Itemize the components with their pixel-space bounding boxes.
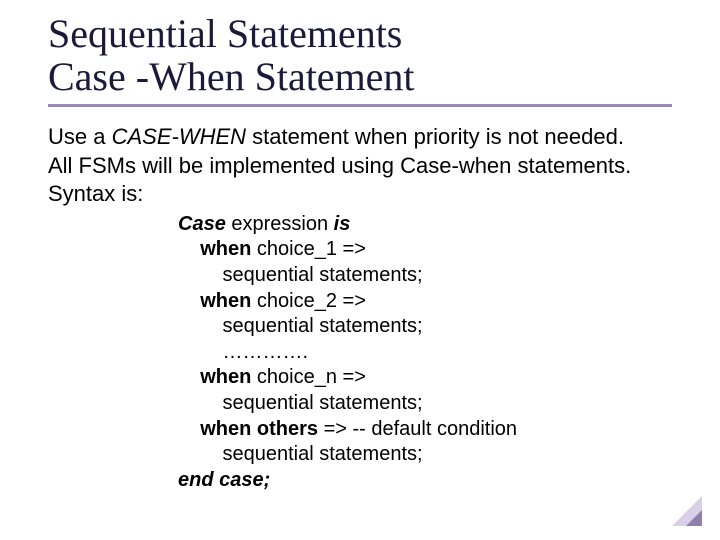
code-line-6: ………….	[178, 340, 672, 366]
kw-when-n: when	[178, 366, 251, 388]
intro-case-when: CASE-WHEN	[112, 124, 246, 149]
code-line-7: when choice_n =>	[178, 365, 672, 391]
slide-title-line2: Case -When Statement	[48, 55, 672, 98]
others-comment: => -- default condition	[318, 418, 517, 440]
code-expr: expression	[226, 213, 334, 235]
kw-when-others: when others	[178, 418, 318, 440]
page-corner-icon	[672, 496, 702, 526]
code-line-8: sequential statements;	[178, 391, 672, 417]
code-line-1: Case expression is	[178, 212, 672, 238]
slide-title-line1: Sequential Statements	[48, 12, 672, 55]
kw-when-2: when	[178, 290, 251, 312]
code-line-3: sequential statements;	[178, 263, 672, 289]
intro-line2: All FSMs will be implemented using Case-…	[48, 152, 672, 180]
slide: Sequential Statements Case -When Stateme…	[0, 0, 720, 540]
choice-1: choice_1 =>	[251, 238, 366, 260]
code-line-11: end case;	[178, 468, 672, 494]
title-underline	[48, 104, 672, 107]
kw-is: is	[334, 213, 351, 235]
intro-line3: Syntax is:	[48, 180, 672, 208]
choice-2: choice_2 =>	[251, 290, 366, 312]
code-line-10: sequential statements;	[178, 442, 672, 468]
kw-case: Case	[178, 213, 226, 235]
choice-n: choice_n =>	[251, 366, 366, 388]
code-line-9: when others => -- default condition	[178, 417, 672, 443]
syntax-block: Case expression is when choice_1 => sequ…	[178, 212, 672, 494]
code-line-2: when choice_1 =>	[178, 237, 672, 263]
intro-use-a: Use a	[48, 124, 112, 149]
intro-text: Use a CASE-WHEN statement when priority …	[48, 123, 672, 207]
intro-rest1: statement when priority is not needed.	[246, 124, 624, 149]
code-line-5: sequential statements;	[178, 314, 672, 340]
code-line-4: when choice_2 =>	[178, 289, 672, 315]
intro-line1: Use a CASE-WHEN statement when priority …	[48, 123, 672, 151]
kw-when-1: when	[178, 238, 251, 260]
